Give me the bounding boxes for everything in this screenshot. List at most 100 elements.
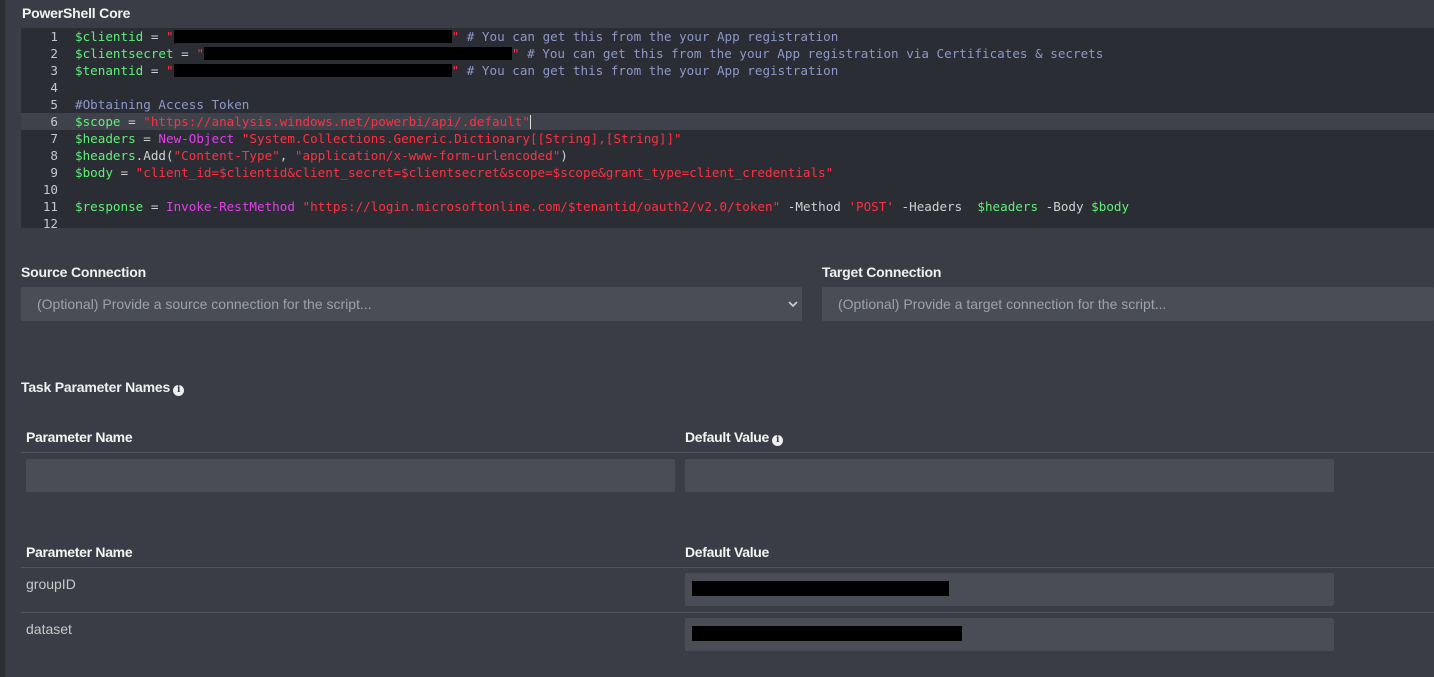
- redacted-value: [692, 581, 949, 596]
- source-connection-placeholder: (Optional) Provide a source connection f…: [37, 296, 372, 312]
- line-number: 6: [50, 114, 58, 129]
- param-default-value-input[interactable]: [685, 618, 1334, 651]
- param-name-cell: groupID: [26, 576, 76, 592]
- code-token: =: [135, 131, 159, 146]
- code-token: ): [560, 148, 568, 163]
- divider: [21, 567, 1434, 568]
- code-token: ,: [279, 148, 295, 163]
- task-parameter-names-title: Task Parameter Names i: [21, 379, 185, 396]
- code-token: ": [511, 46, 520, 61]
- code-token: Method: [795, 199, 849, 214]
- code-token: Invoke-RestMethod: [166, 199, 295, 214]
- code-line[interactable]: 11 $response = Invoke-RestMethod "https:/…: [21, 198, 1434, 215]
- line-number: 12: [42, 216, 58, 228]
- left-edge-bar: [0, 0, 5, 677]
- code-line[interactable]: 6 $scope = "https://analysis.windows.net/…: [21, 113, 1434, 130]
- code-token: =: [120, 114, 144, 129]
- code-token: "application/x-www-form-urlencoded": [294, 148, 561, 163]
- code-line[interactable]: 8 $headers.Add("Content-Type", "applicati…: [21, 147, 1434, 164]
- param-default-value-input[interactable]: [685, 573, 1334, 606]
- param-name-column-header: Parameter Name: [26, 544, 133, 560]
- code-line[interactable]: 7 $headers = New-Object "System.Collectio…: [21, 130, 1434, 147]
- source-connection-select[interactable]: (Optional) Provide a source connection f…: [21, 287, 802, 321]
- code-editor[interactable]: 1 $clientid = " " # You can get this from …: [21, 28, 1434, 228]
- line-number: 2: [50, 46, 58, 61]
- target-connection-label: Target Connection: [822, 264, 942, 280]
- line-number: 1: [50, 29, 58, 44]
- line-number: 9: [50, 165, 58, 180]
- code-line[interactable]: 12: [21, 215, 1434, 228]
- code-token: $scope: [75, 114, 121, 129]
- code-token: =: [143, 29, 166, 44]
- code-token: #Obtaining Access Token: [75, 97, 250, 112]
- code-token: $headers: [75, 131, 136, 146]
- line-number: 8: [50, 148, 58, 163]
- divider: [21, 612, 1434, 613]
- divider: [21, 452, 1434, 453]
- code-token: "client_id=$clientid&client_secret=$clie…: [135, 165, 834, 180]
- code-token: ": [166, 63, 174, 78]
- code-token: $body: [1091, 199, 1130, 214]
- default-value-column-header: Default Value: [685, 544, 770, 560]
- code-line[interactable]: 3 $tenantid = " " # You can get this from …: [21, 62, 1434, 79]
- code-token: $response: [75, 199, 144, 214]
- code-token: ": [196, 46, 204, 61]
- code-token: $clientid: [75, 29, 144, 44]
- line-number: 7: [50, 131, 58, 146]
- code-token: 'POST': [848, 199, 894, 214]
- chevron-down-icon: [788, 301, 798, 308]
- target-connection-select[interactable]: (Optional) Provide a target connection f…: [822, 287, 1434, 321]
- editor-title: PowerShell Core: [22, 5, 131, 21]
- code-token: $tenantid: [75, 63, 144, 78]
- redacted-secret: [203, 47, 512, 60]
- code-token: # You can get this from the your App reg…: [519, 46, 1104, 61]
- target-connection-placeholder: (Optional) Provide a target connection f…: [838, 296, 1167, 312]
- code-line[interactable]: 2 $clientsecret = " " # You can get this f…: [21, 45, 1434, 62]
- param-name-cell: dataset: [26, 621, 72, 637]
- code-token: =: [173, 46, 197, 61]
- line-number: 11: [42, 199, 58, 214]
- code-token: "System.Collections.Generic.Dictionary[[…: [241, 131, 682, 146]
- source-connection-label: Source Connection: [21, 264, 146, 280]
- code-token: -: [901, 199, 910, 214]
- code-token: New-Object: [158, 131, 235, 146]
- new-param-default-input[interactable]: [685, 459, 1334, 492]
- line-number: 10: [42, 182, 58, 197]
- info-icon[interactable]: i: [772, 435, 784, 446]
- code-token: $headers: [977, 199, 1039, 214]
- code-line[interactable]: 5 #Obtaining Access Token: [21, 96, 1434, 113]
- code-token: Headers: [909, 199, 978, 214]
- line-number: 3: [50, 63, 58, 78]
- text-cursor: [529, 115, 531, 129]
- code-token: $clientsecret: [75, 46, 174, 61]
- new-param-name-input[interactable]: [26, 459, 675, 492]
- code-token: =: [143, 63, 166, 78]
- new-param-default-header-label: Default Value: [685, 429, 770, 445]
- line-number: 5: [50, 97, 58, 112]
- code-token: $body: [75, 165, 113, 180]
- code-token: "Content-Type": [173, 148, 280, 163]
- new-param-name-header: Parameter Name: [26, 429, 133, 445]
- redacted-secret: [173, 64, 452, 77]
- redacted-secret: [173, 30, 452, 43]
- line-number: 4: [50, 80, 58, 95]
- code-token: .Add(: [135, 148, 174, 163]
- redacted-value: [692, 626, 962, 641]
- code-token: ": [166, 29, 174, 44]
- code-line[interactable]: 9 $body = "client_id=$clientid&client_sec…: [21, 164, 1434, 181]
- info-icon[interactable]: i: [173, 385, 185, 396]
- code-token: =: [112, 165, 136, 180]
- code-line[interactable]: 1 $clientid = " " # You can get this from …: [21, 28, 1434, 45]
- code-token: # You can get this from the your App reg…: [459, 63, 839, 78]
- code-token: "https://login.microsoftonline.com/$tena…: [302, 199, 781, 214]
- code-line[interactable]: 4: [21, 79, 1434, 96]
- task-parameter-names-label: Task Parameter Names: [21, 379, 171, 395]
- code-token: $headers: [75, 148, 136, 163]
- code-line[interactable]: 10: [21, 181, 1434, 198]
- code-token: Body: [1053, 199, 1092, 214]
